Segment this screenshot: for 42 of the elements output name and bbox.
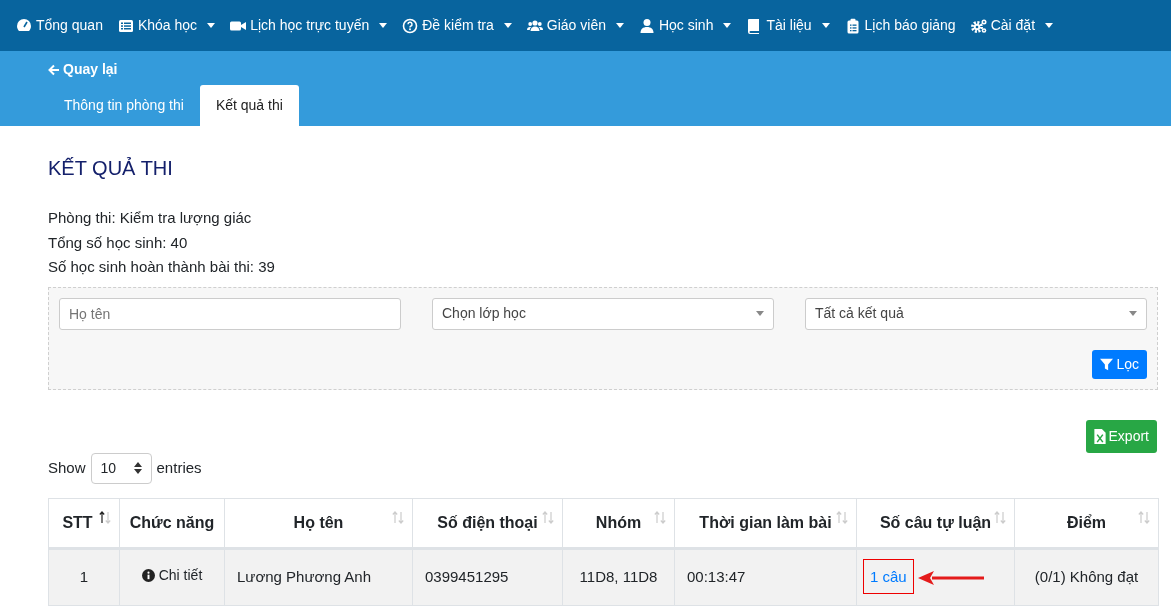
filter-icon (1100, 357, 1114, 371)
nav-menu-item[interactable]: Tổng quan (16, 15, 103, 36)
caret-icon (1129, 311, 1137, 316)
entries-select[interactable]: 10 (90, 452, 152, 484)
info-text: Phòng thi: Kiểm tra lượng giác (48, 208, 253, 228)
gauge-icon (16, 17, 32, 34)
table-cell: 00:13:47 (674, 548, 857, 605)
nav-menu-item[interactable]: Lịch học trực tuyến (230, 15, 388, 36)
list-icon (117, 17, 134, 34)
tab[interactable]: Kết quả thi (199, 85, 299, 126)
user-icon (638, 17, 655, 34)
sort-arrows-icon (133, 462, 142, 474)
info-text: Số học sinh hoàn thành bài thi: 39 (48, 257, 276, 277)
info-icon (141, 569, 155, 583)
nav-menu-item[interactable]: Tài liệu (746, 15, 830, 36)
select-field[interactable]: Tất cả kết quả (805, 297, 1147, 330)
nav-menu-item[interactable]: Khóa học (117, 15, 216, 36)
nav-menu-item[interactable]: Lịch báo giảng (844, 15, 956, 36)
select-field[interactable]: Chọn lớp học (432, 297, 774, 330)
nav-menu-item[interactable]: Cài đặt (970, 15, 1053, 36)
table-cell: 1 (48, 548, 120, 605)
question-icon (402, 17, 419, 34)
show-label: Show (48, 457, 86, 478)
question-count-link[interactable]: 1 câu (863, 558, 914, 594)
table-cell: 11D8, 11D8 (562, 548, 675, 605)
caret-icon (756, 311, 764, 316)
nav-menu-item[interactable]: Học sinh (638, 15, 732, 36)
page-title: KẾT QUẢ THI (48, 156, 174, 180)
back-arrow-icon (48, 63, 60, 76)
table-cell: 0399451295 (412, 548, 563, 605)
name-input-field[interactable]: Họ tên (59, 297, 401, 330)
nav-menu-item[interactable]: Giáo viên (526, 15, 624, 36)
nav-menu-item[interactable]: Đề kiểm tra (402, 15, 512, 36)
arrow-annotation (917, 569, 984, 586)
filter-button[interactable]: Lọc (1092, 349, 1147, 379)
entries-label: entries (156, 457, 202, 478)
info-text: Tổng số học sinh: 40 (48, 232, 189, 253)
table-cell: Lương Phương Anh (224, 548, 413, 605)
table-cell: (0/1) Không đạt (1014, 548, 1159, 605)
users-icon (526, 17, 543, 34)
gears-icon (970, 17, 987, 34)
excel-file-icon (1093, 428, 1106, 444)
